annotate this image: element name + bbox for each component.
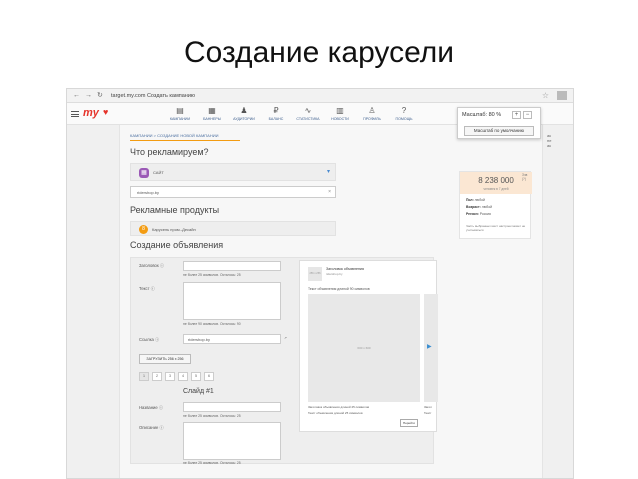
ad-creation-heading: Создание объявления (130, 240, 224, 250)
zoom-in-button[interactable]: + (512, 111, 521, 119)
text-label: Текст ⓘ (139, 286, 155, 291)
profile-icon: ♙ (368, 106, 376, 115)
slide-title: Создание карусели (183, 36, 455, 69)
back-icon[interactable]: ← (73, 92, 80, 99)
product-selector[interactable]: 8 Карусель пром.-Десайн (130, 221, 336, 236)
preview-go-button[interactable]: Перейти (400, 419, 418, 427)
stats-region: Регион: Россия (466, 212, 491, 216)
help-icon: ? (401, 106, 407, 115)
text-input[interactable] (183, 282, 281, 320)
stats-age: Возраст: любой (466, 205, 492, 209)
audiences-icon: ♟ (240, 106, 248, 115)
chevron-down-icon[interactable]: ▾ (327, 168, 330, 175)
product-label: Карусель пром.-Десайн (152, 227, 196, 232)
nav-balance[interactable]: ₽ БАЛАНС (261, 106, 291, 121)
right-edge-text: ак не ак (547, 133, 552, 148)
ad-form: Заголовок ⓘ не более 25 символов. Остало… (130, 257, 438, 465)
campaigns-icon: ▤ (176, 106, 184, 115)
nav-banners[interactable]: ▦ БАННЕРЫ (197, 106, 227, 121)
forward-icon[interactable]: → (85, 92, 92, 99)
hamburger-menu-icon[interactable] (71, 111, 79, 117)
upload-image-button[interactable]: ЗАГРУЗИТЬ 256 х 256 (139, 354, 191, 364)
preview-slide-title: Заголовок объявления длиной 25 символов (308, 405, 370, 409)
carousel-next-icon[interactable]: ▶ (427, 343, 432, 350)
ad-products-heading: Рекламные продукты (130, 205, 220, 215)
nav-audiences[interactable]: ♟ АУДИТОРИИ (229, 106, 259, 121)
site-icon: ▦ (139, 168, 149, 178)
address-bar[interactable]: target.my.com Создать кампанию (111, 93, 195, 99)
link-input[interactable]: ridershop.by (183, 334, 281, 344)
nav-profile[interactable]: ♙ ПРОФИЛЬ (357, 106, 387, 121)
title-input[interactable] (183, 261, 281, 271)
news-icon: ▥ (336, 106, 344, 115)
clear-icon[interactable]: × (328, 189, 331, 195)
stats-note: Часть выбранных мест настроек может не у… (466, 224, 526, 232)
nav-help[interactable]: ? ПОМОЩЬ (389, 106, 419, 121)
slide-tab-6[interactable]: 6 (204, 372, 214, 381)
preview-thumbnail: 256 x 256 (308, 267, 322, 281)
description-input[interactable] (183, 422, 281, 460)
name-label: Название ⓘ (139, 405, 164, 410)
what-advertise-heading: Что рекламируем? (130, 147, 209, 157)
preview-title: Заголовок объявления (326, 267, 364, 271)
audience-period: человек в 7 дней (483, 187, 509, 191)
bookmark-star-icon[interactable]: ☆ (542, 91, 549, 100)
balance-icon: ₽ (273, 106, 279, 115)
site-selector[interactable]: ▦ САЙТ ▾ (130, 163, 336, 181)
screenshot-frame: ← → ↻ target.my.com Создать кампанию ☆ m… (66, 88, 574, 479)
title-hint: не более 25 символов. Осталось: 25 (183, 273, 241, 277)
zoom-reset-button[interactable]: Масштаб по умолчанию (464, 126, 534, 136)
preview-next-slide-title: Загол (424, 405, 432, 409)
slide-tab-5[interactable]: 5 (191, 372, 201, 381)
link-label: Ссылка ⓘ (139, 337, 160, 342)
zoom-popup: Масштаб: 80 % + − Масштаб по умолчанию (457, 107, 541, 139)
product-icon: 8 (139, 225, 148, 234)
breadcrumb[interactable]: КАМПАНИИ > СОЗДАНИЕ НОВОЙ КАМПАНИИ (130, 133, 218, 138)
name-input[interactable] (183, 402, 281, 412)
zoom-out-button[interactable]: − (523, 111, 532, 119)
browser-bar: ← → ↻ target.my.com Создать кампанию ☆ (67, 89, 573, 103)
preview-next-slide-text: Текст (424, 411, 432, 415)
audience-stats-card: Зчв (?) 8 238 000 человек в 7 дней Пол: … (459, 171, 532, 239)
description-label: Описание ⓘ (139, 425, 164, 430)
name-hint: не более 25 символов. Осталось: 25 (183, 414, 241, 418)
slide-tab-4[interactable]: 4 (178, 372, 188, 381)
preview-slide-image: 600 x 600 (308, 294, 420, 402)
preview-text: Текст объявления длиной 90 символов (308, 287, 370, 291)
browser-menu-icon[interactable] (557, 91, 567, 100)
audience-count: 8 238 000 (478, 176, 514, 185)
stats-gender: Пол: любой (466, 198, 485, 202)
external-link-icon[interactable]: ↗ (284, 336, 287, 340)
url-input[interactable]: ridershop.by × (130, 186, 336, 198)
nav-news[interactable]: ▥ НОВОСТИ (325, 106, 355, 121)
statistics-icon: ∿ (304, 106, 312, 115)
nav-campaigns[interactable]: ▤ КАМПАНИИ (165, 106, 195, 121)
logo-heart-icon: ♥ (103, 107, 109, 117)
ad-preview: 256 x 256 Заголовок объявления ridershop… (299, 260, 438, 432)
slide-tab-2[interactable]: 2 (152, 372, 162, 381)
slide-heading: Слайд #1 (183, 388, 214, 395)
logo[interactable]: my ♥ (83, 107, 108, 119)
preview-slide-text: Текст объявления длиной 25 символов (308, 411, 363, 415)
slide-tab-1[interactable]: 1 (139, 372, 149, 381)
text-hint: не более 90 символов. Осталось: 90 (183, 322, 241, 326)
stats-header: Зчв (?) 8 238 000 человек в 7 дней (460, 172, 532, 194)
site-label: САЙТ (153, 170, 164, 175)
reload-icon[interactable]: ↻ (97, 92, 103, 99)
zoom-level: Масштаб: 80 % (462, 112, 502, 118)
title-label: Заголовок ⓘ (139, 263, 165, 268)
preview-site: ridershop.by (326, 272, 343, 276)
description-hint: не более 25 символов. Осталось: 25 (183, 461, 241, 465)
banners-icon: ▦ (208, 106, 216, 115)
nav-statistics[interactable]: ∿ СТАТИСТИКА (293, 106, 323, 121)
breadcrumb-underline (130, 140, 240, 141)
slide-tab-3[interactable]: 3 (165, 372, 175, 381)
